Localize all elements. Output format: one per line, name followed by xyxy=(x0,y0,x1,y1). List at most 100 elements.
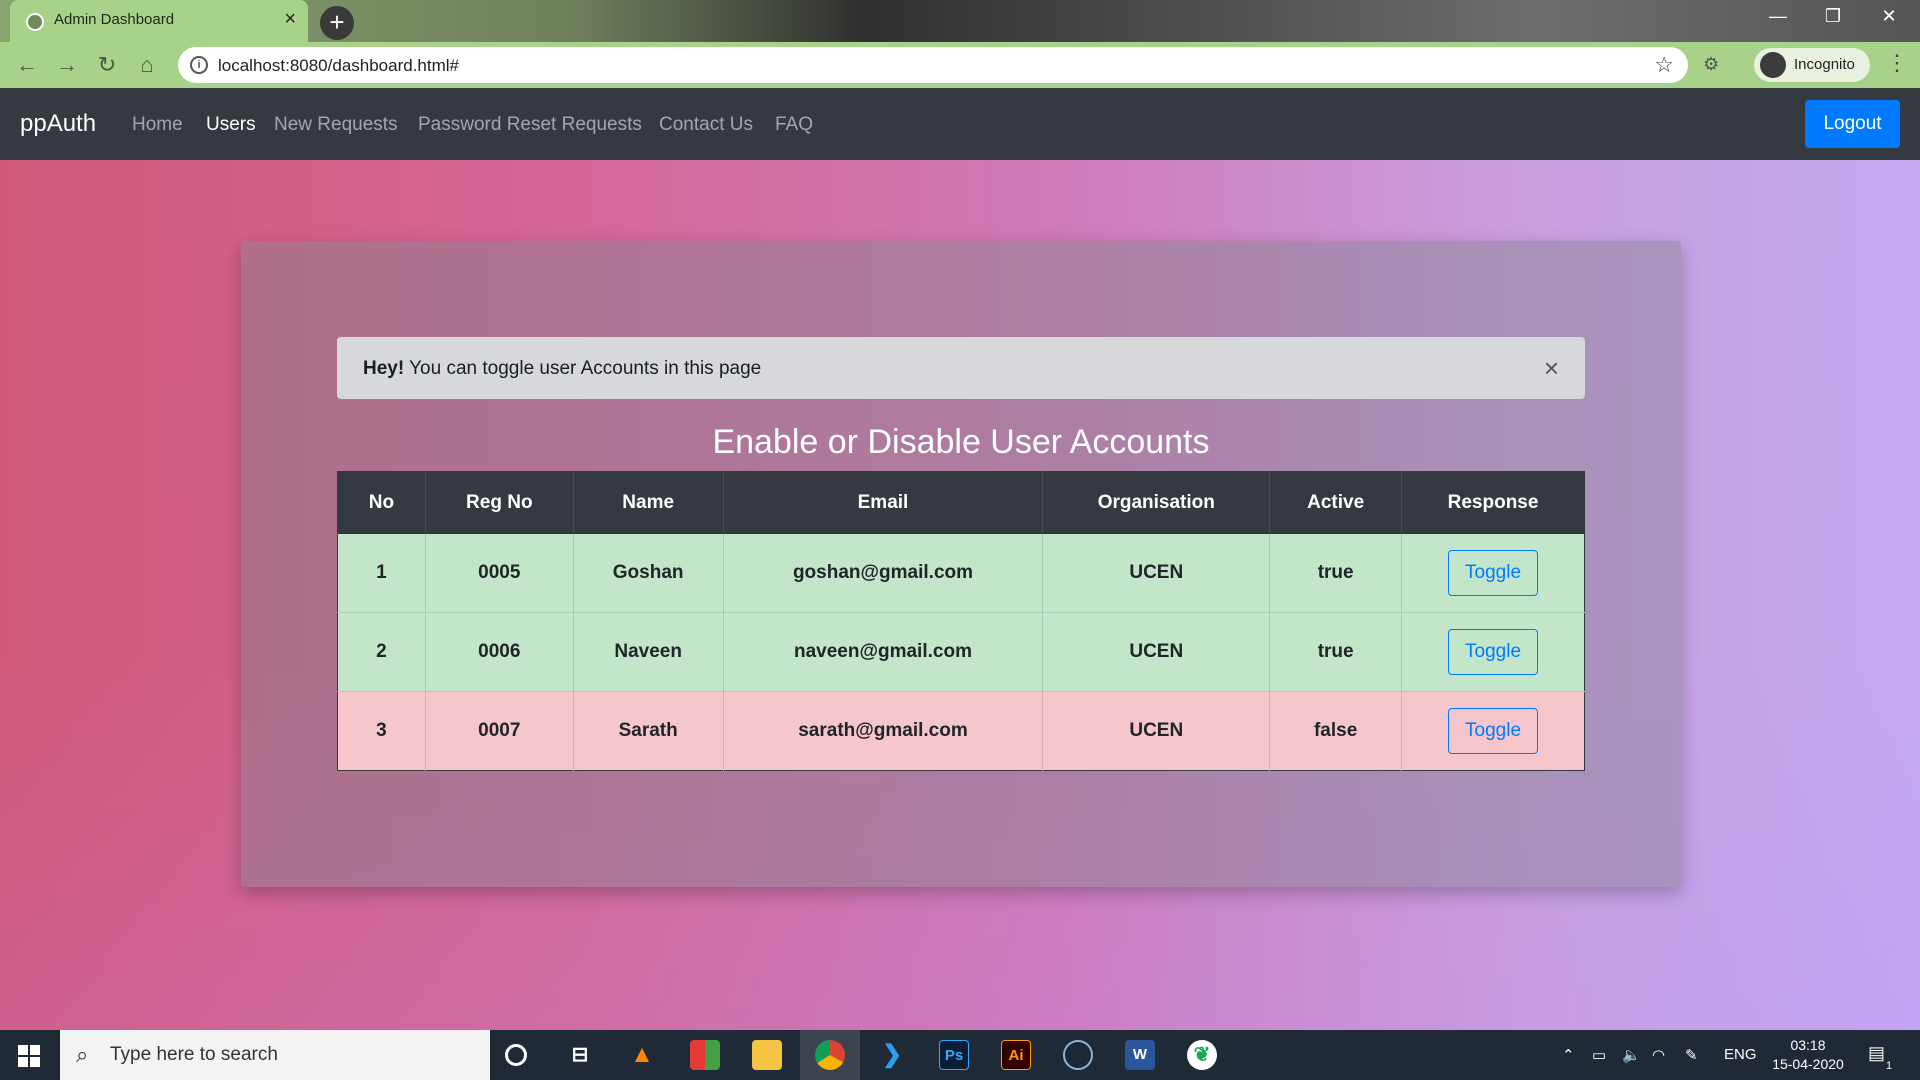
system-clock[interactable]: 03:18 15-04-2020 xyxy=(1768,1036,1848,1074)
minimize-icon[interactable]: — xyxy=(1755,6,1801,27)
info-alert: Hey! You can toggle user Accounts in thi… xyxy=(337,337,1585,399)
notification-count: 1 xyxy=(1886,1060,1893,1072)
tab-title: Admin Dashboard xyxy=(54,11,175,28)
page-title: Enable or Disable User Accounts xyxy=(712,423,1210,461)
windows-start-icon[interactable] xyxy=(18,1045,40,1067)
users-card: Hey! You can toggle user Accounts in thi… xyxy=(241,241,1681,887)
forward-icon[interactable]: → xyxy=(54,52,80,78)
cell-name: Sarath xyxy=(573,691,724,771)
nav-link-users[interactable]: Users xyxy=(206,114,256,136)
cell-response: Toggle xyxy=(1401,612,1585,692)
brand-logo[interactable]: ppAuth xyxy=(20,110,96,138)
logout-button[interactable]: Logout xyxy=(1805,100,1900,148)
extension-icon[interactable]: ⚙ xyxy=(1703,54,1719,75)
alert-message: Hey! You can toggle user Accounts in thi… xyxy=(363,358,761,380)
site-navbar: ppAuth Home Users New Requests Password … xyxy=(0,88,1920,160)
nav-link-home[interactable]: Home xyxy=(132,114,183,136)
site-info-icon[interactable]: i xyxy=(190,56,208,74)
tab-close-icon[interactable]: × xyxy=(284,8,296,31)
cell-name: Naveen xyxy=(573,612,724,692)
mongodb-icon[interactable]: ❦ xyxy=(1187,1040,1217,1070)
nav-link-new-requests[interactable]: New Requests xyxy=(274,114,398,136)
cell-no: 2 xyxy=(337,612,426,692)
cell-reg-no: 0007 xyxy=(425,691,574,771)
word-icon[interactable]: W xyxy=(1125,1040,1155,1070)
col-header-email: Email xyxy=(723,471,1044,534)
cell-email: naveen@gmail.com xyxy=(723,612,1044,692)
close-window-icon[interactable]: ✕ xyxy=(1866,6,1912,27)
col-header-organisation: Organisation xyxy=(1042,471,1271,534)
cell-organisation: UCEN xyxy=(1042,533,1271,613)
cell-reg-no: 0006 xyxy=(425,612,574,692)
cell-reg-no: 0005 xyxy=(425,533,574,613)
volume-icon[interactable]: 🔈 xyxy=(1622,1046,1641,1064)
windows-taskbar: ⌕ Type here to search ⊟ ▲ ❯ Ps Ai W ❦ ⌃ … xyxy=(0,1030,1920,1080)
chrome-icon[interactable] xyxy=(815,1040,845,1070)
vlc-icon[interactable]: ▲ xyxy=(627,1040,657,1070)
cell-no: 1 xyxy=(337,533,426,613)
cortana-icon[interactable] xyxy=(505,1044,527,1066)
toggle-button[interactable]: Toggle xyxy=(1448,708,1539,754)
col-header-reg-no: Reg No xyxy=(425,471,574,534)
restore-icon[interactable]: ❐ xyxy=(1810,6,1856,27)
alert-close-icon[interactable]: × xyxy=(1544,353,1559,384)
toggle-button[interactable]: Toggle xyxy=(1448,550,1539,596)
bookmark-star-icon[interactable]: ☆ xyxy=(1654,52,1674,78)
search-placeholder: Type here to search xyxy=(110,1044,278,1065)
incognito-badge[interactable]: Incognito xyxy=(1754,48,1870,82)
cell-active: false xyxy=(1269,691,1403,771)
cell-no: 3 xyxy=(337,691,426,771)
table-row: 3 0007 Sarath sarath@gmail.com UCEN fals… xyxy=(337,691,1585,771)
cell-email: goshan@gmail.com xyxy=(723,533,1044,613)
col-header-response: Response xyxy=(1401,471,1585,534)
tiles-icon[interactable] xyxy=(690,1040,720,1070)
address-bar[interactable]: i localhost:8080/dashboard.html# ☆ xyxy=(178,47,1688,83)
new-tab-button[interactable]: + xyxy=(320,6,354,40)
incognito-icon xyxy=(1760,52,1786,78)
task-view-icon[interactable]: ⊟ xyxy=(565,1040,595,1070)
cell-organisation: UCEN xyxy=(1042,691,1271,771)
table-header-row: No Reg No Name Email Organisation Active… xyxy=(337,471,1585,534)
alert-strong: Hey! xyxy=(363,358,405,379)
search-icon: ⌕ xyxy=(76,1042,89,1067)
cell-response: Toggle xyxy=(1401,691,1585,771)
tray-overflow-icon[interactable]: ⌃ xyxy=(1562,1046,1575,1064)
notification-icon[interactable]: ▤ xyxy=(1868,1043,1885,1064)
vscode-icon[interactable]: ❯ xyxy=(877,1040,907,1070)
cell-response: Toggle xyxy=(1401,533,1585,613)
browser-tab[interactable]: Admin Dashboard × xyxy=(10,0,308,42)
browser-menu-icon[interactable]: ⋮ xyxy=(1886,50,1908,76)
reload-icon[interactable]: ↻ xyxy=(94,52,120,78)
file-explorer-icon[interactable] xyxy=(752,1040,782,1070)
browser-tabstrip: Admin Dashboard × + — ❐ ✕ xyxy=(0,0,1920,42)
back-icon[interactable]: ← xyxy=(14,52,40,78)
photoshop-icon[interactable]: Ps xyxy=(939,1040,969,1070)
cell-active: true xyxy=(1269,533,1403,613)
col-header-no: No xyxy=(337,471,426,534)
table-row: 1 0005 Goshan goshan@gmail.com UCEN true… xyxy=(337,533,1585,613)
cell-active: true xyxy=(1269,612,1403,692)
pen-icon[interactable]: ✎ xyxy=(1685,1046,1698,1064)
home-icon[interactable]: ⌂ xyxy=(134,52,160,78)
cell-email: sarath@gmail.com xyxy=(723,691,1044,771)
page-viewport: ppAuth Home Users New Requests Password … xyxy=(0,88,1920,1030)
clock-date: 15-04-2020 xyxy=(1772,1056,1844,1072)
nav-link-faq[interactable]: FAQ xyxy=(775,114,813,136)
nav-link-contact-us[interactable]: Contact Us xyxy=(659,114,753,136)
steam-icon[interactable] xyxy=(1063,1040,1093,1070)
taskbar-search-input[interactable]: ⌕ Type here to search xyxy=(60,1030,490,1080)
table-row: 2 0006 Naveen naveen@gmail.com UCEN true… xyxy=(337,612,1585,692)
cell-organisation: UCEN xyxy=(1042,612,1271,692)
nav-link-password-reset-requests[interactable]: Password Reset Requests xyxy=(418,114,642,136)
illustrator-icon[interactable]: Ai xyxy=(1001,1040,1031,1070)
cell-name: Goshan xyxy=(573,533,724,613)
language-indicator[interactable]: ENG xyxy=(1724,1046,1757,1063)
url-text[interactable]: localhost:8080/dashboard.html# xyxy=(218,56,459,76)
clock-time: 03:18 xyxy=(1790,1037,1826,1053)
battery-icon[interactable]: ▭ xyxy=(1592,1046,1606,1064)
tab-favicon-icon xyxy=(26,13,44,31)
alert-text: You can toggle user Accounts in this pag… xyxy=(404,358,762,379)
toggle-button[interactable]: Toggle xyxy=(1448,629,1539,675)
incognito-label: Incognito xyxy=(1794,56,1855,73)
wifi-icon[interactable]: ◠ xyxy=(1652,1046,1665,1064)
